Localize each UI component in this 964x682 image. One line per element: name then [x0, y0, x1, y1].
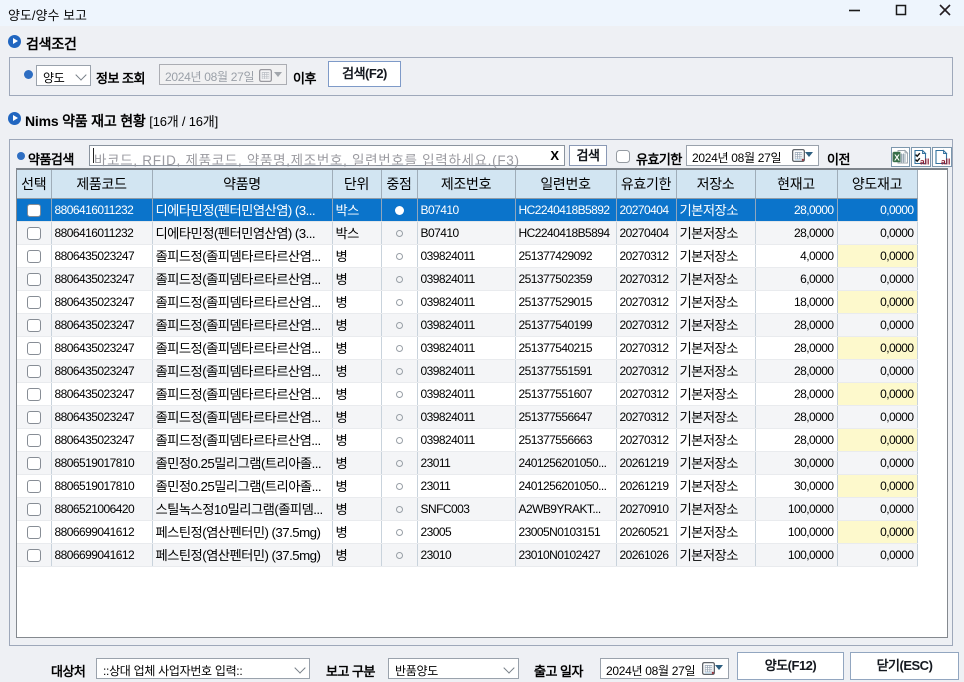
svg-text:all: all: [920, 157, 930, 167]
svg-text:X: X: [894, 152, 900, 162]
svg-text:all: all: [941, 157, 951, 167]
